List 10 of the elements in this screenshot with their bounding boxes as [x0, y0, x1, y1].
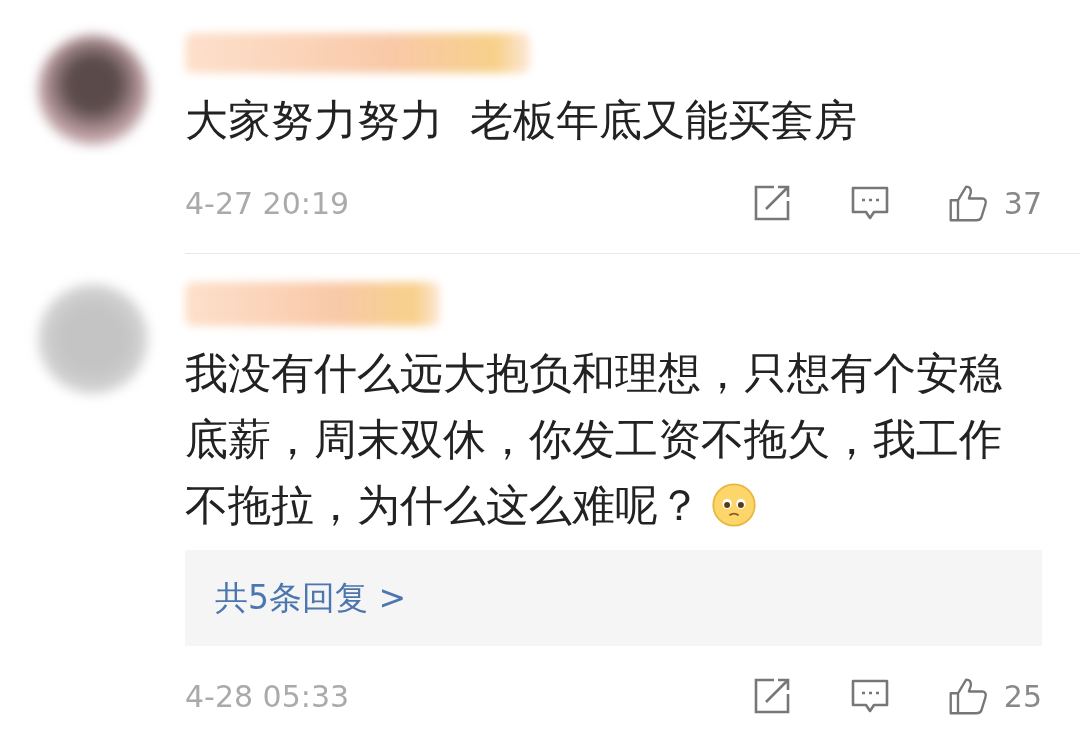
thumbs-up-icon[interactable] — [947, 676, 988, 716]
timestamp: 4-28 05:33 — [185, 678, 350, 714]
avatar[interactable] — [37, 35, 148, 145]
timestamp: 4-27 20:19 — [185, 185, 350, 221]
comment-text: 大家努力努力 老板年底又能买套房 — [185, 94, 859, 147]
view-replies-link[interactable]: 共5条回复 > — [215, 575, 407, 621]
comment-text: 我没有什么远大抱负和理想，只想有个安稳底薪，周末双休，你发工资不拖欠，我工作不拖拉，为什么这么难呢？ — [185, 347, 1003, 532]
like-count: 37 — [1003, 185, 1042, 221]
like-count: 25 — [1003, 678, 1042, 714]
thumbs-up-icon[interactable] — [947, 183, 988, 223]
